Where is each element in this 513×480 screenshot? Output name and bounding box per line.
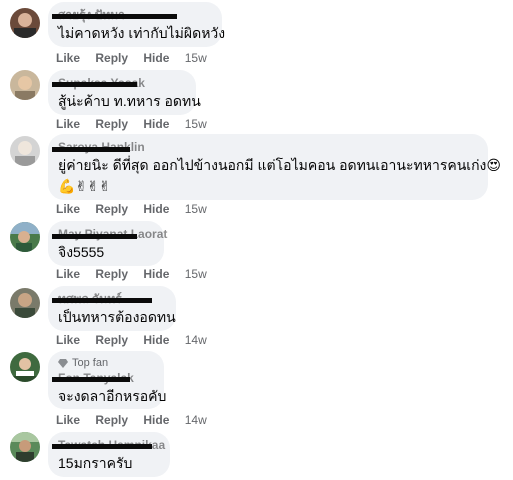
comment-author[interactable]: Saroya Hanklin: [52, 139, 478, 155]
comment-author[interactable]: สายรุ้ง ปัทมา: [52, 7, 212, 23]
comment-actions: Like Reply Hide 15w: [56, 50, 207, 66]
comment-emojis: 💪✌✌✌: [58, 178, 111, 194]
comment-actions: Like Reply Hide 14w: [56, 332, 207, 348]
redaction-bar: [52, 14, 177, 19]
comment-actions: Like Reply Hide 14w: [56, 412, 207, 428]
redaction-bar: [52, 377, 130, 382]
top-fan-label: Top fan: [72, 357, 109, 369]
like-button[interactable]: Like: [56, 413, 80, 427]
hide-button[interactable]: Hide: [143, 202, 169, 216]
like-button[interactable]: Like: [56, 117, 80, 131]
comment-text: จิง5555: [58, 244, 105, 260]
reply-button[interactable]: Reply: [95, 202, 128, 216]
comment-time[interactable]: 15w: [185, 51, 207, 65]
redaction-bar: [52, 234, 137, 239]
hide-button[interactable]: Hide: [143, 413, 169, 427]
avatar[interactable]: [10, 8, 40, 38]
comment-actions: Like Reply Hide 15w: [56, 116, 207, 132]
comment-text: จะงดลาอีกหรอคับ: [58, 388, 167, 404]
hide-button[interactable]: Hide: [143, 51, 169, 65]
comment-bubble: Saroya Hanklin ยู่ค่ายนิะ ดีที่สุด ออกไป…: [48, 134, 501, 200]
comment-author[interactable]: ทศพล จันทร์: [52, 291, 166, 307]
avatar[interactable]: [10, 288, 40, 318]
like-button[interactable]: Like: [56, 202, 80, 216]
redaction-bar: [52, 444, 152, 449]
comment-bubble: Supaksa Yosak สู้น่ะค้าบ ท.ทหาร อดทน: [48, 70, 201, 115]
avatar[interactable]: [10, 136, 40, 166]
comment-bubble: สายรุ้ง ปัทมา ไม่คาดหวัง เท่ากับไม่ผิดหว…: [48, 2, 226, 47]
diamond-icon: [58, 359, 68, 368]
comment-time[interactable]: 15w: [185, 117, 207, 131]
comment-bubble: Tawatch Hamnikaa 15มกราครับ: [48, 432, 170, 477]
comment-text: ยู่ค่ายนิะ ดีที่สุด ออกไปข้างนอกมี แต่โอ…: [58, 157, 501, 173]
like-button[interactable]: Like: [56, 333, 80, 347]
reply-button[interactable]: Reply: [95, 333, 128, 347]
redaction-bar: [52, 82, 137, 87]
like-button[interactable]: Like: [56, 51, 80, 65]
avatar[interactable]: [10, 432, 40, 462]
comment-author[interactable]: Fon Tanyalak: [52, 370, 154, 386]
redaction-bar: [52, 147, 130, 152]
reply-button[interactable]: Reply: [95, 51, 128, 65]
comment-author[interactable]: May Piyanat Laorat: [52, 226, 167, 242]
avatar[interactable]: [10, 70, 40, 100]
avatar[interactable]: [10, 352, 40, 382]
comment-bubble: May Piyanat Laorat จิง5555: [48, 221, 167, 266]
reply-button[interactable]: Reply: [95, 267, 128, 281]
like-button[interactable]: Like: [56, 267, 80, 281]
comment-bubble: ทศพล จันทร์ เป็นทหารต้องอดทน: [48, 286, 176, 331]
hide-button[interactable]: Hide: [143, 267, 169, 281]
comment-time[interactable]: 14w: [185, 333, 207, 347]
redaction-bar: [52, 298, 152, 303]
comment-author[interactable]: Supaksa Yosak: [52, 75, 186, 91]
avatar[interactable]: [10, 222, 40, 252]
comment-text: ไม่คาดหวัง เท่ากับไม่ผิดหวัง: [58, 25, 226, 41]
comment-author[interactable]: Tawatch Hamnikaa: [52, 437, 165, 453]
reply-button[interactable]: Reply: [95, 117, 128, 131]
comment-bubble: Top fan Fon Tanyalak จะงดลาอีกหรอคับ: [48, 351, 167, 409]
comment-actions: Like Reply Hide 15w: [56, 266, 207, 282]
top-fan-badge[interactable]: Top fan: [58, 356, 154, 370]
comment-text: เป็นทหารต้องอดทน: [58, 309, 176, 325]
comment-text: สู้น่ะค้าบ ท.ทหาร อดทน: [58, 93, 201, 109]
hide-button[interactable]: Hide: [143, 117, 169, 131]
comment-time[interactable]: 15w: [185, 267, 207, 281]
comment-time[interactable]: 15w: [185, 202, 207, 216]
comment-text: 15มกราครับ: [58, 455, 133, 471]
reply-button[interactable]: Reply: [95, 413, 128, 427]
comment-actions: Like Reply Hide 15w: [56, 201, 207, 217]
comment-time[interactable]: 14w: [185, 413, 207, 427]
hide-button[interactable]: Hide: [143, 333, 169, 347]
